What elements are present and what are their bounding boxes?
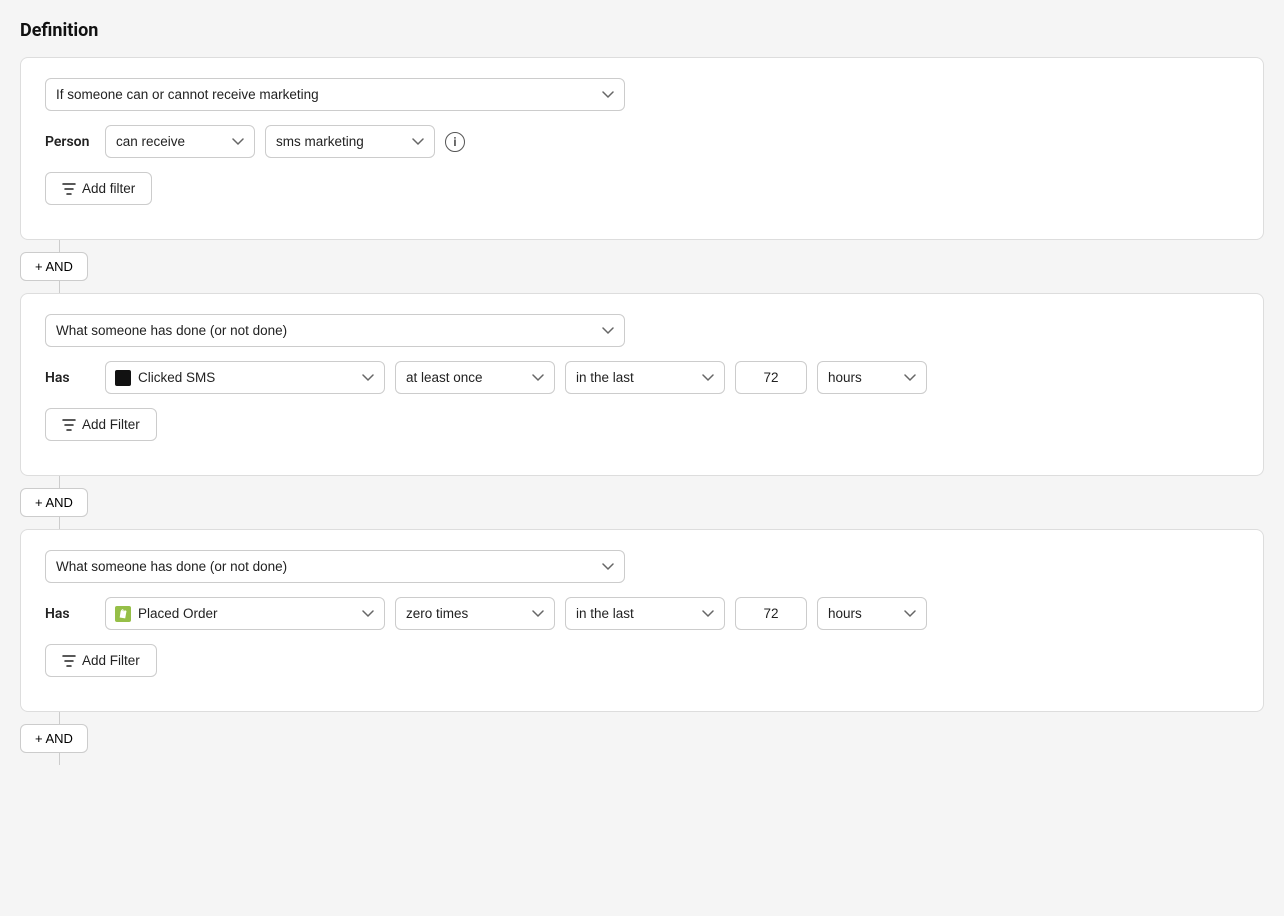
frequency-select-2[interactable]: at least once zero times exactly at leas… xyxy=(395,361,555,394)
condition-block-2: What someone has done (or not done) Has … xyxy=(20,293,1264,476)
condition-block-3: What someone has done (or not done) Has … xyxy=(20,529,1264,712)
condition-type-select-2[interactable]: What someone has done (or not done) xyxy=(45,314,625,347)
number-input-2[interactable] xyxy=(735,361,807,394)
and-button-1[interactable]: + AND xyxy=(20,252,88,281)
connector-3: + AND xyxy=(20,712,1264,765)
unit-select-2[interactable]: hours days weeks xyxy=(817,361,927,394)
add-filter-button-2[interactable]: Add Filter xyxy=(45,408,157,441)
connector-2: + AND xyxy=(20,476,1264,529)
event-select-3[interactable]: Placed Order Clicked SMS Opened Email xyxy=(105,597,385,630)
has-label-3: Has xyxy=(45,606,95,622)
person-label: Person xyxy=(45,134,95,150)
connector-1: + AND xyxy=(20,240,1264,293)
condition-type-select-1[interactable]: If someone can or cannot receive marketi… xyxy=(45,78,625,111)
and-button-3[interactable]: + AND xyxy=(20,724,88,753)
page-title: Definition xyxy=(20,20,1264,41)
timeframe-select-3[interactable]: in the last before after between xyxy=(565,597,725,630)
unit-select-3[interactable]: hours days weeks xyxy=(817,597,927,630)
condition-block-1: If someone can or cannot receive marketi… xyxy=(20,57,1264,240)
timeframe-select-2[interactable]: in the last before after between xyxy=(565,361,725,394)
can-receive-select[interactable]: can receive cannot receive xyxy=(105,125,255,158)
condition-type-select-3[interactable]: What someone has done (or not done) xyxy=(45,550,625,583)
info-icon[interactable]: i xyxy=(445,132,465,152)
event-select-2[interactable]: Clicked SMS Opened Email Placed Order xyxy=(105,361,385,394)
add-filter-button-1[interactable]: Add filter xyxy=(45,172,152,205)
and-button-2[interactable]: + AND xyxy=(20,488,88,517)
frequency-select-3[interactable]: zero times at least once exactly at leas… xyxy=(395,597,555,630)
filter-icon-3 xyxy=(62,654,76,668)
marketing-type-select[interactable]: sms marketing email marketing xyxy=(265,125,435,158)
add-filter-button-3[interactable]: Add Filter xyxy=(45,644,157,677)
filter-icon-2 xyxy=(62,418,76,432)
number-input-3[interactable] xyxy=(735,597,807,630)
has-label-2: Has xyxy=(45,370,95,386)
filter-icon-1 xyxy=(62,182,76,196)
